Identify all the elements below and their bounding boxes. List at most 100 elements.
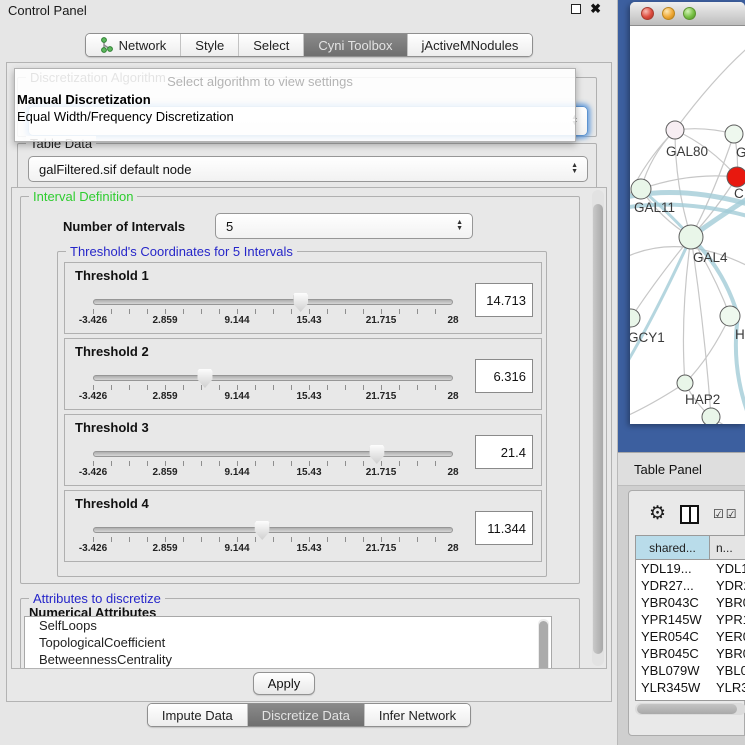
list-item[interactable]: SelfLoops bbox=[25, 617, 551, 634]
close-icon[interactable]: ✖ bbox=[590, 4, 601, 14]
threshold-slider[interactable] bbox=[93, 451, 453, 457]
network-node[interactable] bbox=[666, 121, 684, 139]
interval-definition-group: Interval Definition Number of Intervals … bbox=[20, 196, 580, 584]
slider-ticks bbox=[93, 537, 453, 542]
right-panel: GAL80GACGAL11GAL4GCY1HHAP2 Table Panel ⚙… bbox=[618, 0, 745, 745]
threshold-block: Threshold 1 -3.426 2.859 9.144 15.43 21.… bbox=[64, 262, 542, 334]
network-edge[interactable] bbox=[630, 237, 691, 371]
tab-network[interactable]: Network bbox=[86, 34, 182, 56]
table-row[interactable]: YDL19...YDL1 bbox=[636, 560, 745, 577]
network-edge[interactable] bbox=[630, 383, 685, 418]
network-node[interactable] bbox=[630, 309, 640, 327]
network-node[interactable] bbox=[727, 167, 745, 187]
network-edge[interactable] bbox=[631, 237, 691, 318]
network-node[interactable] bbox=[677, 375, 693, 391]
network-node[interactable] bbox=[679, 225, 703, 249]
thresholds-group: Threshold's Coordinates for 5 Intervals … bbox=[57, 251, 547, 577]
apply-button[interactable]: Apply bbox=[253, 672, 315, 695]
network-node-label: GAL4 bbox=[693, 250, 728, 265]
column-header-name[interactable]: n... bbox=[710, 536, 745, 559]
network-view-window: GAL80GACGAL11GAL4GCY1HHAP2 bbox=[630, 2, 745, 424]
algorithm-hint-text: Select algorithm to view settings bbox=[15, 69, 575, 91]
slider-tick-labels: -3.426 2.859 9.144 15.43 21.715 28 bbox=[93, 543, 453, 557]
table-data-group: Table Data galFiltered.sif default node … bbox=[17, 143, 597, 189]
table-row[interactable]: YLR345WYLR3 bbox=[636, 679, 745, 696]
number-of-intervals-combobox[interactable]: 5 ▲▼ bbox=[215, 213, 473, 239]
network-edge[interactable] bbox=[675, 44, 745, 130]
network-canvas[interactable]: GAL80GACGAL11GAL4GCY1HHAP2 bbox=[630, 26, 745, 424]
float-window-icon[interactable] bbox=[571, 4, 581, 14]
table-data-combobox[interactable]: galFiltered.sif default node ▲▼ bbox=[28, 156, 588, 182]
threshold-slider[interactable] bbox=[93, 527, 453, 533]
tab-cyni-toolbox[interactable]: Cyni Toolbox bbox=[304, 34, 407, 56]
tab-network-label: Network bbox=[119, 38, 167, 53]
tab-discretize-data[interactable]: Discretize Data bbox=[248, 704, 365, 726]
network-node-label: GCY1 bbox=[630, 330, 665, 345]
tab-impute-data[interactable]: Impute Data bbox=[148, 704, 248, 726]
threshold-value-input[interactable]: 21.4 bbox=[475, 435, 533, 469]
minimize-traffic-light-icon[interactable] bbox=[662, 7, 675, 20]
threshold-block: Threshold 4 -3.426 2.859 9.144 15.43 21.… bbox=[64, 490, 542, 562]
checkbox-icons[interactable]: ☑☑ bbox=[713, 507, 739, 521]
table-row[interactable]: YIL052CYIL0 bbox=[636, 696, 745, 701]
dropdown-option-equal-width-frequency[interactable]: Equal Width/Frequency Discretization bbox=[15, 108, 575, 125]
table-data-value: galFiltered.sif default node bbox=[39, 162, 191, 177]
list-item[interactable]: BetweennessCentrality bbox=[25, 651, 551, 668]
slider-tick-labels: -3.426 2.859 9.144 15.43 21.715 28 bbox=[93, 391, 453, 405]
close-traffic-light-icon[interactable] bbox=[641, 7, 654, 20]
threshold-label: Threshold 1 bbox=[75, 268, 149, 283]
table-toolbar: ⚙ ☑☑ bbox=[629, 497, 744, 531]
network-node-label: GAL80 bbox=[666, 144, 708, 159]
zoom-traffic-light-icon[interactable] bbox=[683, 7, 696, 20]
network-icon bbox=[100, 37, 114, 53]
table-horizontal-scrollbar[interactable] bbox=[635, 703, 745, 715]
app-root: Control Panel ✖ Network bbox=[0, 0, 745, 745]
table-row[interactable]: YPR145WYPR1 bbox=[636, 611, 745, 628]
dropdown-option-manual-discretization[interactable]: Manual Discretization bbox=[15, 91, 575, 108]
cyni-content-panel: Discretization Algorithm ▲▼ Table Data g… bbox=[6, 62, 612, 702]
network-node[interactable] bbox=[720, 306, 740, 326]
threshold-label: Threshold 4 bbox=[75, 496, 149, 511]
column-header-shared-name[interactable]: shared... bbox=[636, 536, 710, 559]
threshold-slider[interactable] bbox=[93, 375, 453, 381]
slider-ticks bbox=[93, 385, 453, 390]
threshold-value-input[interactable]: 14.713 bbox=[475, 283, 533, 317]
slider-tick-labels: -3.426 2.859 9.144 15.43 21.715 28 bbox=[93, 315, 453, 329]
slider-ticks bbox=[93, 461, 453, 466]
network-edge[interactable] bbox=[641, 176, 737, 189]
slider-ticks bbox=[93, 309, 453, 314]
table-panel-header: Table Panel bbox=[618, 452, 745, 486]
network-edge[interactable] bbox=[683, 237, 691, 383]
network-node-label: GAL11 bbox=[634, 200, 675, 215]
threshold-value-input[interactable]: 11.344 bbox=[475, 511, 533, 545]
control-panel-title: Control Panel bbox=[8, 3, 87, 18]
gear-icon[interactable]: ⚙ bbox=[649, 505, 666, 523]
list-item[interactable]: TopologicalCoefficient bbox=[25, 634, 551, 651]
table-row[interactable]: YBR045CYBR0 bbox=[636, 645, 745, 662]
tab-jactivemnodules[interactable]: jActiveMNodules bbox=[408, 34, 533, 56]
list-scrollbar[interactable] bbox=[538, 619, 549, 669]
number-of-intervals-label: Number of Intervals bbox=[63, 219, 185, 234]
table-row[interactable]: YDR27...YDR2 bbox=[636, 577, 745, 594]
table-row[interactable]: YER054CYER0 bbox=[636, 628, 745, 645]
tab-infer-network[interactable]: Infer Network bbox=[365, 704, 470, 726]
threshold-value-input[interactable]: 6.316 bbox=[475, 359, 533, 393]
settings-scrollbar[interactable] bbox=[592, 190, 604, 666]
network-node[interactable] bbox=[702, 408, 720, 424]
network-node[interactable] bbox=[725, 125, 743, 143]
column-layout-icon[interactable] bbox=[680, 505, 699, 524]
combo-arrows-icon: ▲▼ bbox=[571, 163, 578, 175]
thresholds-group-title: Threshold's Coordinates for 5 Intervals bbox=[66, 244, 297, 259]
network-node-label: GA bbox=[736, 145, 745, 160]
threshold-slider[interactable] bbox=[93, 299, 453, 305]
numerical-attributes-list[interactable]: SelfLoops TopologicalCoefficient Between… bbox=[24, 616, 552, 669]
table-row[interactable]: YBR043CYBR0 bbox=[636, 594, 745, 611]
bottom-tab-bar: Impute Data Discretize Data Infer Networ… bbox=[0, 703, 618, 727]
table-row[interactable]: YBL079WYBL0 bbox=[636, 662, 745, 679]
tab-style[interactable]: Style bbox=[181, 34, 239, 56]
threshold-label: Threshold 2 bbox=[75, 344, 149, 359]
threshold-block: Threshold 3 -3.426 2.859 9.144 15.43 21.… bbox=[64, 414, 542, 486]
network-edge[interactable] bbox=[630, 318, 631, 386]
network-node[interactable] bbox=[631, 179, 651, 199]
tab-select[interactable]: Select bbox=[239, 34, 304, 56]
